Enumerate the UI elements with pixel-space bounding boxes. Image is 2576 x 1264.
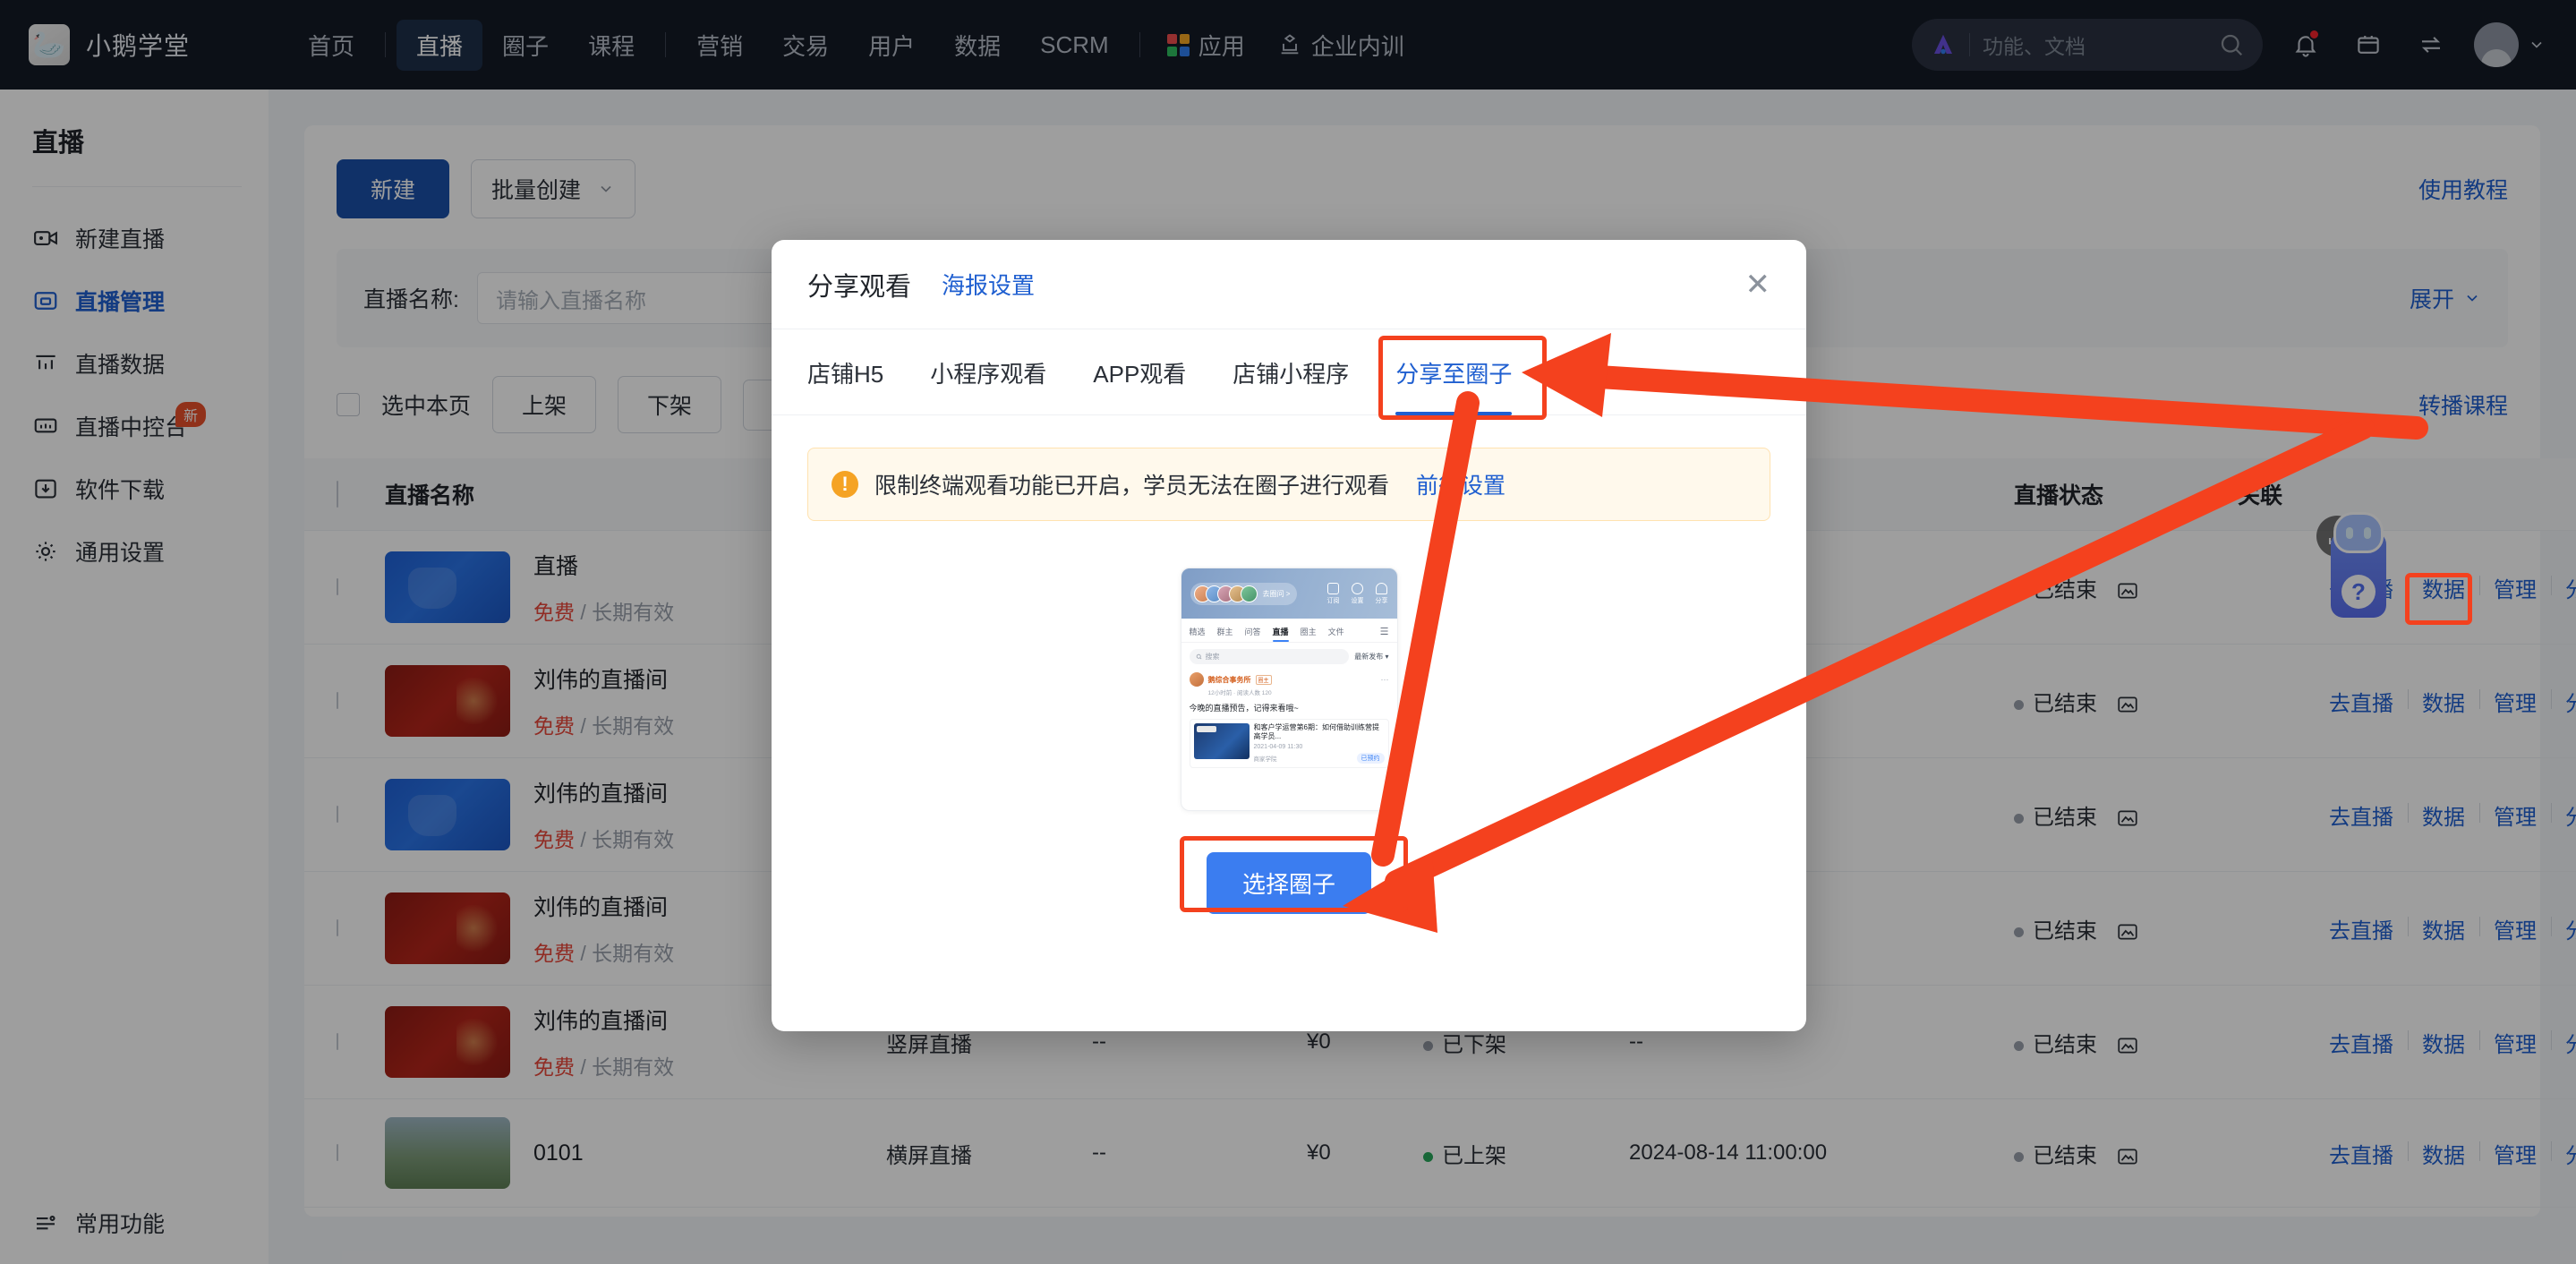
- preview-card-button: 已预约: [1357, 753, 1385, 764]
- tab-miniprogram-watch[interactable]: 小程序观看: [930, 329, 1046, 414]
- modal-header: 分享观看 海报设置 ✕: [772, 240, 1806, 329]
- preview-post-card: 和客户学运营第6期：如何借助训练营提高学员... 2021-04-09 11:3…: [1190, 719, 1389, 768]
- preview-card-title: 和客户学运营第6期：如何借助训练营提高学员...: [1254, 723, 1385, 741]
- preview-card-body: 和客户学运营第6期：如何借助训练营提高学员... 2021-04-09 11:3…: [1254, 723, 1385, 764]
- preview-tabs: 精选 群主 问答 直播 圈主 文件 ☰: [1181, 619, 1397, 643]
- warning-icon: !: [832, 471, 858, 498]
- app-root: 🦢 小鹅学堂 首页 直播 圈子 课程 营销 交易 用户 数据 SCRM 应用: [0, 0, 2576, 1264]
- preview-card-shop: 商家学院: [1254, 754, 1277, 763]
- select-circle-button[interactable]: 选择圈子: [1207, 852, 1371, 914]
- tab-shop-h5[interactable]: 店铺H5: [807, 329, 883, 414]
- preview-post-header: 鹅综合事务所 圈主 ···: [1190, 672, 1389, 687]
- preview-search-input: 搜索: [1190, 649, 1350, 664]
- preview-avatars: 去圈问 >: [1190, 583, 1298, 605]
- preview-search-row: 搜索 最新发布 ▾: [1181, 643, 1397, 670]
- preview-post-meta: 12小时前 · 阅读人数 120: [1208, 688, 1389, 696]
- preview-tab-qa: 问答: [1245, 626, 1261, 637]
- preview-tab-featured: 精选: [1190, 626, 1206, 637]
- restriction-alert: ! 限制终端观看功能已开启，学员无法在圈子进行观看 前往设置: [807, 448, 1770, 521]
- preview-tab-owner: 群主: [1217, 626, 1233, 637]
- modal-tabs: 店铺H5 小程序观看 APP观看 店铺小程序 分享至圈子: [772, 329, 1806, 415]
- preview-actions: 订阅 设置 分享: [1327, 583, 1388, 605]
- preview-card-footer: 商家学院 已预约: [1254, 753, 1385, 764]
- preview-post: 鹅综合事务所 圈主 ··· 12小时前 · 阅读人数 120 今晚的直播预告，记…: [1181, 670, 1397, 768]
- modal-title: 分享观看: [807, 266, 911, 303]
- hamburger-icon: ☰: [1380, 626, 1389, 637]
- preview-tab-circle-owner: 圈主: [1301, 626, 1317, 637]
- close-icon[interactable]: ✕: [1745, 269, 1771, 300]
- preview-settings: 设置: [1352, 583, 1364, 605]
- preview-post-text: 今晚的直播预告，记得来看哦~: [1190, 702, 1389, 713]
- preview-tab-live: 直播: [1273, 626, 1289, 637]
- preview-go-chat: 去圈问 >: [1263, 589, 1291, 599]
- search-icon: [1196, 653, 1202, 660]
- subscribe-icon: [1327, 583, 1339, 594]
- gear-icon: [1352, 583, 1363, 594]
- preview-hero: 去圈问 > 订阅 设置 分享: [1181, 568, 1397, 619]
- preview-card-thumbnail: [1194, 723, 1250, 759]
- tab-share-to-circle[interactable]: 分享至圈子: [1395, 329, 1512, 414]
- preview-tab-files: 文件: [1328, 626, 1344, 637]
- go-to-settings-link[interactable]: 前往设置: [1416, 468, 1506, 500]
- tab-app-watch[interactable]: APP观看: [1093, 329, 1186, 414]
- modal-body: 去圈问 > 订阅 设置 分享 精选 群主 问答 直播 圈主 文件 ☰: [772, 521, 1806, 1031]
- preview-share: 分享: [1376, 583, 1388, 605]
- preview-post-more-icon: ···: [1381, 675, 1389, 684]
- alert-text: 限制终端观看功能已开启，学员无法在圈子进行观看: [874, 468, 1389, 500]
- poster-settings-link[interactable]: 海报设置: [942, 268, 1035, 301]
- preview-sort-label: 最新发布 ▾: [1354, 652, 1388, 662]
- circle-preview: 去圈问 > 订阅 设置 分享 精选 群主 问答 直播 圈主 文件 ☰: [1181, 568, 1398, 811]
- tab-shop-miniprogram[interactable]: 店铺小程序: [1233, 329, 1349, 414]
- preview-post-author: 鹅综合事务所: [1208, 675, 1251, 685]
- preview-card-date: 2021-04-09 11:30: [1254, 744, 1385, 750]
- share-icon: [1376, 583, 1387, 594]
- preview-post-author-tag: 圈主: [1256, 675, 1272, 685]
- share-watch-modal: 分享观看 海报设置 ✕ 店铺H5 小程序观看 APP观看 店铺小程序 分享至圈子…: [772, 240, 1806, 1031]
- preview-subscribe: 订阅: [1327, 583, 1340, 605]
- preview-post-avatar: [1190, 672, 1204, 687]
